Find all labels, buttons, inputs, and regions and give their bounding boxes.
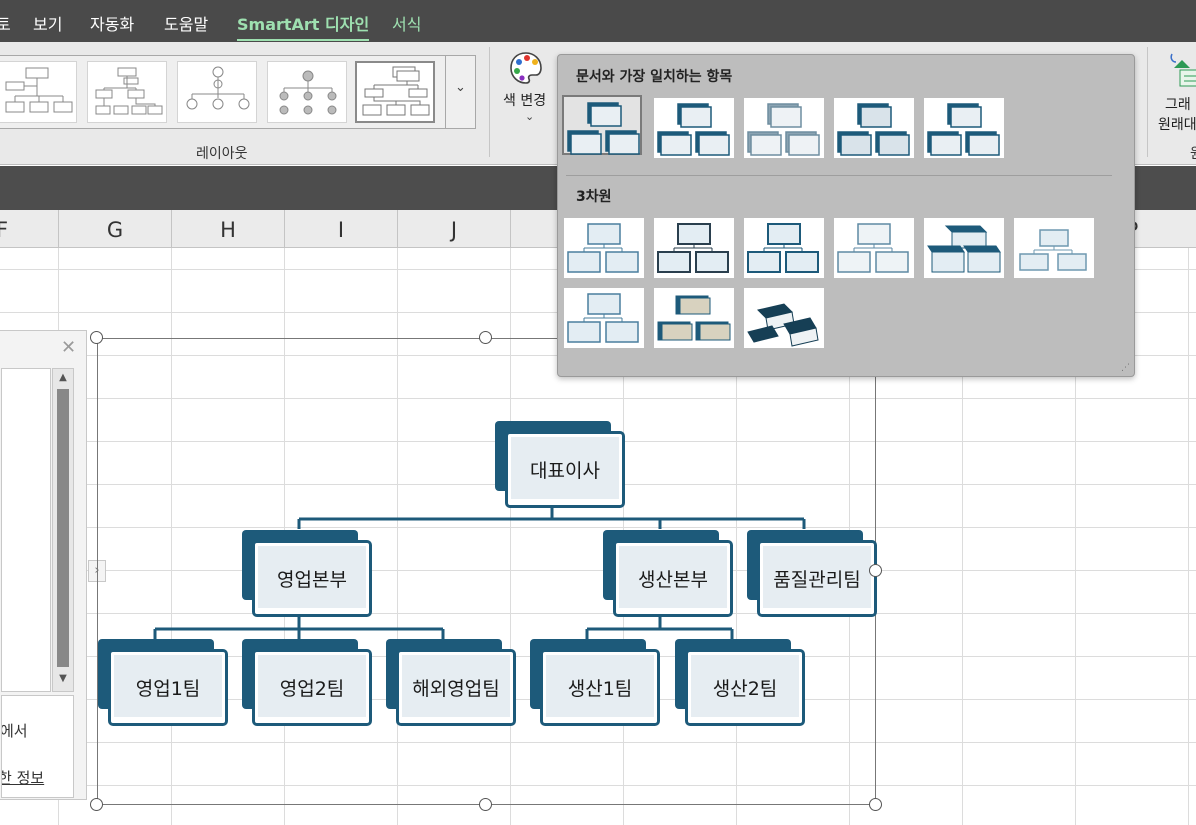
column-header-g[interactable]: G: [58, 210, 171, 248]
color-swatch-3d-2[interactable]: [654, 218, 734, 278]
color-swatch-3d-6[interactable]: [1014, 218, 1094, 278]
color-swatch-best-1[interactable]: [562, 95, 642, 155]
org-layout-icon: [362, 66, 430, 116]
text-pane-info-box: 에서 한 정보: [1, 695, 74, 798]
group-divider: [489, 47, 490, 157]
color-swatch-3d-3[interactable]: [744, 218, 824, 278]
resize-handle-bottom[interactable]: [479, 798, 492, 811]
layout-gallery: ⌄: [0, 55, 476, 129]
swatch-preview-icon: [657, 295, 731, 341]
column-header-h[interactable]: H: [171, 210, 284, 248]
color-swatch-best-2[interactable]: [654, 98, 734, 158]
node-label: 생산2팀: [712, 678, 778, 700]
swatch-preview-icon: [567, 102, 640, 155]
section-divider: [566, 175, 1112, 176]
smartart-frame[interactable]: 대표이사 영업본부 생산본부 품질관리팀 영업1팀 영업2팀 해외영업팀 생산1…: [97, 338, 877, 805]
chevron-down-icon: ⌄: [525, 110, 535, 123]
resize-handle-bottom-left[interactable]: [90, 798, 103, 811]
layout-thumbnail-1[interactable]: [0, 61, 77, 123]
color-swatch-3d-9[interactable]: [744, 288, 824, 348]
swatch-preview-icon: [747, 223, 819, 273]
node-label: 해외영업팀: [412, 678, 500, 700]
text-pane-scrollbar[interactable]: ▲ ▼: [52, 368, 74, 692]
layout-thumbnail-2[interactable]: [87, 61, 167, 123]
color-swatch-3d-4[interactable]: [834, 218, 914, 278]
tab-help[interactable]: 도움말: [164, 11, 208, 35]
tab-review[interactable]: 토: [0, 11, 11, 35]
swatch-preview-icon: [567, 223, 639, 273]
layouts-group-label: 레이아웃: [196, 146, 248, 162]
color-swatch-best-5[interactable]: [924, 98, 1004, 158]
dot-layout-icon: [279, 70, 337, 115]
more-info-link[interactable]: 한 정보: [2, 767, 44, 788]
node-label: 영업1팀: [135, 678, 201, 700]
reset-graphic-label-line1: 그래: [1165, 97, 1191, 113]
tab-view[interactable]: 보기: [33, 11, 62, 35]
node-label: 영업본부: [277, 569, 347, 591]
scroll-down-icon[interactable]: ▼: [55, 673, 71, 687]
node-label: 생산본부: [638, 569, 708, 591]
scroll-up-icon[interactable]: ▲: [55, 372, 71, 386]
node-label: 품질관리팀: [773, 569, 861, 591]
reset-group-label: 원: [1190, 143, 1196, 163]
tab-smartart-design[interactable]: SmartArt 디자인: [237, 11, 370, 41]
resize-handle-top-left[interactable]: [90, 331, 103, 344]
swatch-preview-icon: [747, 303, 819, 347]
change-colors-label: 색 변경: [503, 93, 547, 109]
reset-graphic-button[interactable]: 그래 원래대: [1154, 46, 1196, 138]
close-icon[interactable]: ✕: [61, 337, 76, 358]
swatch-preview-icon: [747, 103, 820, 156]
color-swatch-3d-8[interactable]: [654, 288, 734, 348]
node-label: 대표이사: [530, 460, 600, 482]
swatch-preview-icon: [837, 103, 910, 156]
group-divider: [1147, 47, 1148, 157]
text-pane-edit-area[interactable]: [1, 368, 51, 692]
tab-automate[interactable]: 자동화: [90, 11, 134, 35]
chevron-down-icon: ⌄: [455, 80, 466, 95]
color-swatch-3d-7[interactable]: [564, 288, 644, 348]
color-swatch-3d-1[interactable]: [564, 218, 644, 278]
org-layout-icon: [95, 67, 163, 115]
layout-thumbnail-5-selected[interactable]: [355, 61, 435, 123]
resize-grip-icon[interactable]: ⋰: [1121, 363, 1130, 373]
ribbon-tab-bar: 토 보기 자동화 도움말 SmartArt 디자인 서식: [0, 0, 1196, 42]
column-header-j[interactable]: J: [397, 210, 510, 248]
resize-handle-top[interactable]: [479, 331, 492, 344]
section-title-3d: 3차원: [576, 189, 612, 205]
swatch-preview-icon: [657, 103, 730, 156]
color-swatch-best-3[interactable]: [744, 98, 824, 158]
scrollbar-thumb[interactable]: [57, 389, 69, 667]
reset-graphic-label-line2: 원래대: [1158, 117, 1196, 133]
resize-handle-right[interactable]: [869, 564, 882, 577]
palette-icon: [510, 52, 542, 84]
change-colors-dropdown: 문서와 가장 일치하는 항목 3차원 ⋰: [557, 54, 1135, 377]
circle-layout-icon: [186, 66, 250, 110]
change-colors-button[interactable]: 색 변경 ⌄: [496, 48, 558, 134]
column-header-f[interactable]: F: [0, 210, 58, 248]
org-layout-icon: [5, 67, 73, 113]
swatch-preview-icon: [927, 103, 1000, 156]
reset-graphic-icon: [1170, 53, 1196, 87]
swatch-preview-icon: [1019, 229, 1087, 271]
node-label: 생산1팀: [567, 678, 633, 700]
resize-handle-bottom-right[interactable]: [869, 798, 882, 811]
color-swatch-3d-5[interactable]: [924, 218, 1004, 278]
gallery-more-button[interactable]: ⌄: [445, 56, 475, 128]
swatch-preview-icon: [927, 225, 1001, 273]
smartart-text-pane: ✕ ▲ ▼ 에서 한 정보: [0, 330, 87, 800]
swatch-preview-icon: [567, 293, 639, 343]
layout-thumbnail-3[interactable]: [177, 61, 257, 123]
color-swatch-best-4[interactable]: [834, 98, 914, 158]
layout-thumbnail-4[interactable]: [267, 61, 347, 123]
swatch-preview-icon: [837, 223, 909, 273]
swatch-preview-icon: [657, 223, 729, 273]
section-title-best-match: 문서와 가장 일치하는 항목: [576, 69, 733, 85]
tab-format[interactable]: 서식: [392, 11, 421, 35]
node-label: 영업2팀: [279, 678, 345, 700]
column-header-i[interactable]: I: [284, 210, 397, 248]
layout-description: 에서: [1, 722, 28, 740]
